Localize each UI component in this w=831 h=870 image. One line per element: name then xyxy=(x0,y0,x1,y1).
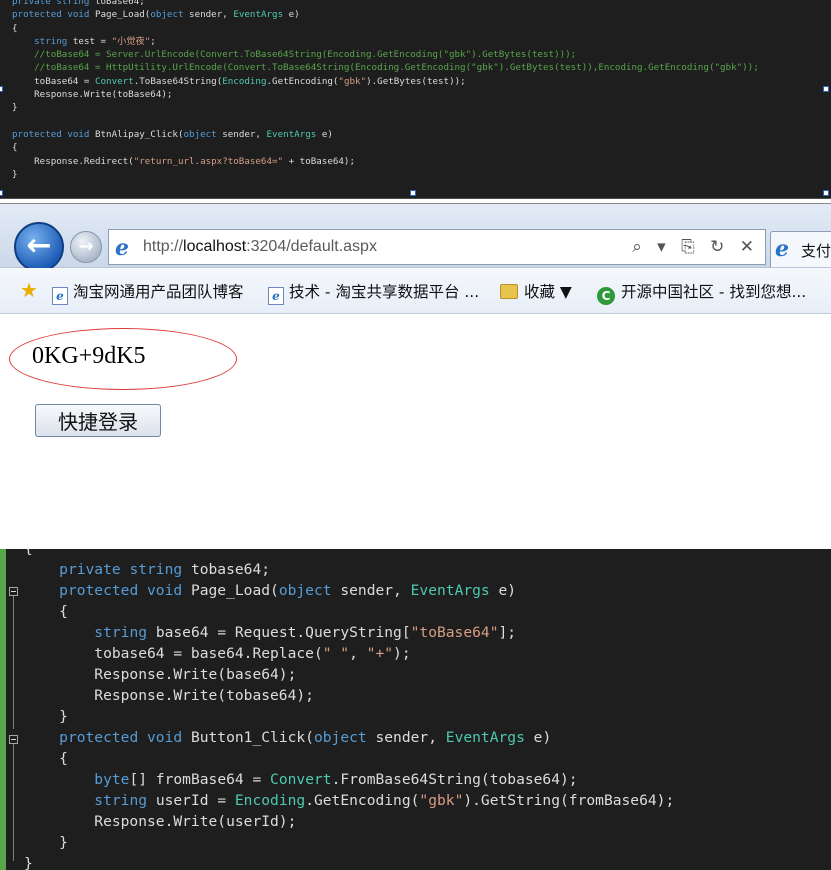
code-screenshot-top: private string toBase64; protected void P… xyxy=(0,0,831,199)
back-arrow-icon: ← xyxy=(26,228,52,263)
favorites-star-icon[interactable]: ★ xyxy=(20,278,38,302)
favorite-link[interactable]: e 淘宝网通用产品团队博客 xyxy=(52,280,244,305)
code-line: Response.Write(toBase64); xyxy=(12,89,173,101)
code-listing: private string toBase64; protected void P… xyxy=(12,0,759,181)
code-listing: { private string tobase64; protected voi… xyxy=(24,549,674,870)
code-line: Response.Write(tobase64); xyxy=(24,687,314,704)
code-line: Response.Redirect("return_url.aspx?toBas… xyxy=(12,155,355,167)
outline-guide xyxy=(13,591,14,729)
browser-toolbar: ← → e http://localhost:3204/default.aspx… xyxy=(0,204,831,272)
code-line: { xyxy=(12,142,18,154)
code-line: } xyxy=(12,102,18,114)
favorite-label: 收藏 ▼ xyxy=(524,283,572,301)
code-line: protected void BtnAlipay_Click(object se… xyxy=(12,128,333,140)
code-line: { xyxy=(24,750,68,767)
outline-guide xyxy=(13,739,14,861)
selection-grip[interactable] xyxy=(0,86,3,92)
collapse-icon[interactable] xyxy=(9,735,18,744)
back-button[interactable]: ← xyxy=(14,222,64,272)
selection-grip[interactable] xyxy=(823,190,829,196)
favorites-bar: ★ e 淘宝网通用产品团队博客 e 技术 - 淘宝共享数据平台 ... 收藏 ▼ C 开源中… xyxy=(0,268,831,314)
code-line: string test = "小觉夜"; xyxy=(34,35,156,47)
address-url: http://localhost:3204/default.aspx xyxy=(143,238,377,255)
browser-window: ← → e http://localhost:3204/default.aspx… xyxy=(0,203,831,529)
code-line: { xyxy=(24,603,68,620)
folder-icon xyxy=(500,284,518,299)
base64-output-text: 0KG+9dK5 xyxy=(32,343,146,369)
code-line: byte[] fromBase64 = Convert.FromBase64St… xyxy=(94,771,578,788)
page-body: 0KG+9dK5 快捷登录 xyxy=(0,315,831,529)
favorite-label: 淘宝网通用产品团队博客 xyxy=(73,283,244,301)
code-line: } xyxy=(24,834,68,851)
code-line: toBase64 = Convert.ToBase64String(Encodi… xyxy=(12,75,466,87)
favorite-link[interactable]: 收藏 ▼ xyxy=(500,280,572,302)
code-line: string userId = Encoding.GetEncoding("gb… xyxy=(94,792,675,809)
quick-login-button[interactable]: 快捷登录 xyxy=(35,404,161,437)
code-screenshot-bottom: { private string tobase64; protected voi… xyxy=(0,549,831,870)
code-line: protected void Page_Load(object sender, … xyxy=(59,582,517,599)
favorite-label: 开源中国社区 - 找到您想... xyxy=(621,283,807,301)
forward-button[interactable]: → xyxy=(70,231,102,263)
code-line: Response.Write(base64); xyxy=(24,666,297,683)
code-line: private string toBase64; xyxy=(12,0,145,7)
code-line: { xyxy=(24,549,674,559)
code-line: } xyxy=(24,855,33,870)
favorite-label: 技术 - 淘宝共享数据平台 ... xyxy=(289,283,480,301)
browser-tab[interactable]: e 支付 xyxy=(770,231,831,267)
ie-logo-icon: e xyxy=(115,235,129,261)
selection-grip[interactable] xyxy=(823,86,829,92)
code-line: protected void Button1_Click(object send… xyxy=(59,729,552,746)
code-line: //toBase64 = HttpUtility.UrlEncode(Conve… xyxy=(34,62,759,74)
collapse-icon[interactable] xyxy=(9,587,18,596)
selection-grip[interactable] xyxy=(410,190,416,196)
code-line: tobase64 = base64.Replace(" ", "+"); xyxy=(24,645,411,662)
code-line: } xyxy=(12,168,18,180)
code-line: protected void Page_Load(object sender, … xyxy=(12,9,300,21)
changed-lines-bar xyxy=(0,549,6,870)
code-line: } xyxy=(24,708,68,725)
tab-title: 支付 xyxy=(801,242,831,260)
code-line: private string tobase64; xyxy=(59,561,271,578)
selection-grip[interactable] xyxy=(0,190,3,196)
code-line: Response.Write(userId); xyxy=(24,813,297,830)
address-bar[interactable]: e http://localhost:3204/default.aspx ⌕ ▾… xyxy=(108,229,766,265)
favorite-link[interactable]: e 技术 - 淘宝共享数据平台 ... xyxy=(268,280,479,305)
ie-logo-icon: e xyxy=(775,236,789,262)
code-line: { xyxy=(12,22,18,34)
forward-arrow-icon: → xyxy=(78,236,94,257)
web-page-icon: e xyxy=(268,287,284,305)
code-line: //toBase64 = Server.UrlEncode(Convert.To… xyxy=(34,49,577,61)
favorite-link[interactable]: C 开源中国社区 - 找到您想... xyxy=(597,280,806,305)
code-line: string base64 = Request.QueryString["toB… xyxy=(94,624,517,641)
address-controls[interactable]: ⌕ ▾ ⎘ ↻ ✕ xyxy=(632,237,759,257)
site-logo-icon: C xyxy=(597,287,615,305)
web-page-icon: e xyxy=(52,287,68,305)
